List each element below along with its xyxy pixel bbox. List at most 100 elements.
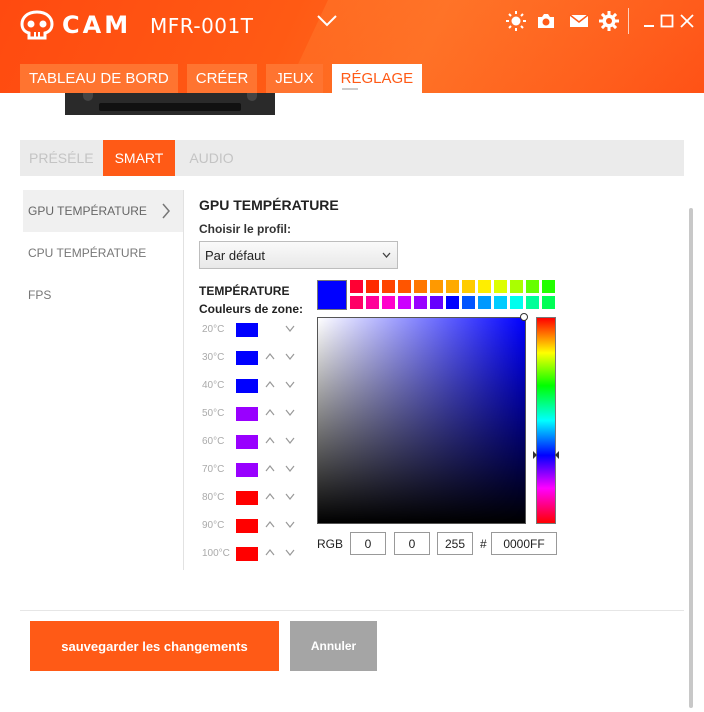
chevron-down-icon[interactable] [285,521,295,528]
chevron-up-icon[interactable] [265,381,275,388]
palette-swatch[interactable] [382,280,395,293]
palette-swatch[interactable] [430,280,443,293]
chevron-down-icon [317,15,337,27]
menu-item-label: CPU TEMPÉRATURE [28,246,147,260]
save-changes-button[interactable]: sauvegarder les changements [30,621,279,671]
green-input[interactable] [394,532,430,555]
zone-color-swatch[interactable] [236,407,258,421]
sv-picker-cursor[interactable] [520,313,528,321]
menu-item-fps[interactable]: FPS [23,274,183,316]
chevron-down-icon[interactable] [285,549,295,556]
scrollbar[interactable] [689,208,693,708]
app-name: CAM [62,11,132,39]
skull-logo-icon [20,10,54,40]
palette-swatch[interactable] [366,280,379,293]
zone-temperature-label: 90°C [202,520,225,531]
settings-button[interactable] [598,10,620,32]
palette-swatch[interactable] [542,296,555,309]
tab-settings[interactable]: RÉGLAGE [331,64,423,93]
palette-swatch[interactable] [398,280,411,293]
header-separator [628,8,629,34]
zone-color-swatch[interactable] [236,491,258,505]
menu-divider [183,190,184,570]
palette-swatch[interactable] [366,296,379,309]
brightness-button[interactable] [505,10,527,32]
device-dropdown[interactable] [316,14,338,33]
red-input[interactable] [350,532,386,555]
palette-swatch[interactable] [478,280,491,293]
palette-swatch[interactable] [382,296,395,309]
palette-swatch[interactable] [542,280,555,293]
zone-color-swatch[interactable] [236,323,258,337]
chevron-up-icon[interactable] [265,409,275,416]
menu-item-label: FPS [28,288,52,302]
subtab-audio[interactable]: AUDIO [175,140,242,176]
chevron-down-icon[interactable] [285,325,295,332]
smart-menu: GPU TEMPÉRATURE CPU TEMPÉRATURE FPS [23,190,183,316]
chevron-up-icon[interactable] [265,493,275,500]
zone-color-swatch[interactable] [236,379,258,393]
menu-item-cpu-temperature[interactable]: CPU TEMPÉRATURE [23,232,183,274]
chevron-up-icon[interactable] [265,521,275,528]
palette-swatch[interactable] [350,296,363,309]
palette-swatch[interactable] [510,296,523,309]
device-name: MFR-001T [150,14,254,38]
palette-swatch[interactable] [478,296,491,309]
profile-select[interactable]: Par défaut [199,241,398,269]
chevron-down-icon[interactable] [285,381,295,388]
hue-slider[interactable] [536,317,556,524]
chevron-down-icon[interactable] [285,465,295,472]
mail-button[interactable] [568,10,590,32]
zone-row: 40°C [199,372,309,400]
palette-swatch[interactable] [494,280,507,293]
palette-swatch[interactable] [510,280,523,293]
palette-swatch[interactable] [462,280,475,293]
chevron-down-icon[interactable] [285,409,295,416]
saturation-value-picker[interactable] [317,317,526,524]
chevron-up-icon[interactable] [265,353,275,360]
palette-swatch[interactable] [446,280,459,293]
subtab-smart[interactable]: SMART [102,140,176,176]
maximize-button[interactable] [656,10,678,32]
chevron-down-icon[interactable] [285,437,295,444]
hex-input[interactable] [491,532,557,555]
palette-swatch[interactable] [350,280,363,293]
palette-swatch[interactable] [430,296,443,309]
palette-swatch[interactable] [398,296,411,309]
close-button[interactable] [676,10,698,32]
palette-swatch[interactable] [526,280,539,293]
chevron-up-icon[interactable] [265,549,275,556]
palette-swatch[interactable] [446,296,459,309]
chevron-down-icon [382,252,391,258]
subtab-presets[interactable]: PRÉSÉLE [20,140,103,176]
palette-swatch[interactable] [414,280,427,293]
menu-item-gpu-temperature[interactable]: GPU TEMPÉRATURE [23,190,183,232]
tab-games[interactable]: JEUX [266,64,323,93]
mail-icon [569,14,589,27]
zone-color-swatch[interactable] [236,351,258,365]
tab-create[interactable]: CRÉER [186,64,258,93]
cancel-button[interactable]: Annuler [290,621,377,671]
zone-color-swatch[interactable] [236,463,258,477]
device-image [65,93,275,115]
current-color-swatch [317,280,347,310]
screenshot-button[interactable] [535,10,557,32]
zone-row: 50°C [199,400,309,428]
zone-color-swatch[interactable] [236,547,258,561]
palette-swatch[interactable] [462,296,475,309]
tab-dashboard[interactable]: TABLEAU DE BORD [20,64,178,93]
palette-swatch[interactable] [526,296,539,309]
chevron-up-icon[interactable] [265,465,275,472]
gear-icon [599,11,619,31]
hue-slider-handle[interactable] [533,451,559,459]
zone-color-swatch[interactable] [236,435,258,449]
chevron-down-icon[interactable] [285,493,295,500]
zone-color-swatch[interactable] [236,519,258,533]
palette-swatch[interactable] [494,296,507,309]
zone-colors-label: TEMPÉRATURE Couleurs de zone: [199,282,303,318]
blue-input[interactable] [437,532,473,555]
zone-temperature-label: 70°C [202,464,225,475]
chevron-down-icon[interactable] [285,353,295,360]
chevron-up-icon[interactable] [265,437,275,444]
palette-swatch[interactable] [414,296,427,309]
